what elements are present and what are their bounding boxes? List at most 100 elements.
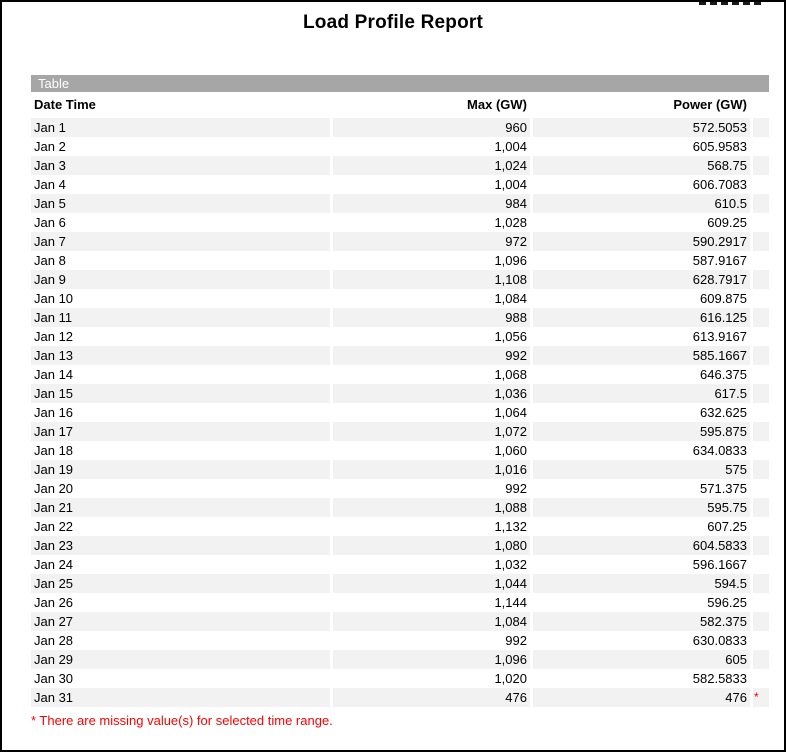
- date-time-cell: Jan 12: [31, 327, 330, 346]
- missing-value-flag: [753, 574, 769, 593]
- max-gw-cell: 1,056: [333, 327, 530, 346]
- max-gw-cell: 960: [333, 118, 530, 137]
- missing-value-flag: [753, 422, 769, 441]
- table-row: Jan 2 1,004 605.9583: [31, 137, 769, 156]
- max-gw-cell: 476: [333, 688, 530, 707]
- missing-value-flag: [753, 289, 769, 308]
- page-title: Load Profile Report: [2, 12, 784, 34]
- max-gw-cell: 1,044: [333, 574, 530, 593]
- table-row: Jan 31 476 476 *: [31, 688, 769, 707]
- table-section-bar: Table: [31, 75, 769, 92]
- power-gw-cell: 607.25: [533, 517, 750, 536]
- table-row: Jan 30 1,020 582.5833: [31, 669, 769, 688]
- power-gw-cell: 604.5833: [533, 536, 750, 555]
- missing-value-flag: [753, 631, 769, 650]
- table-row: Jan 23 1,080 604.5833: [31, 536, 769, 555]
- date-time-cell: Jan 10: [31, 289, 330, 308]
- date-time-cell: Jan 3: [31, 156, 330, 175]
- missing-value-flag: [753, 308, 769, 327]
- table-row: Jan 26 1,144 596.25: [31, 593, 769, 612]
- table-row: Jan 7 972 590.2917: [31, 232, 769, 251]
- table-header-row: Date Time Max (GW) Power (GW): [31, 92, 769, 118]
- power-gw-cell: 595.875: [533, 422, 750, 441]
- table-row: Jan 19 1,016 575: [31, 460, 769, 479]
- missing-value-flag: *: [753, 688, 769, 707]
- date-time-cell: Jan 29: [31, 650, 330, 669]
- date-time-cell: Jan 17: [31, 422, 330, 441]
- missing-value-flag: [753, 441, 769, 460]
- power-gw-cell: 596.25: [533, 593, 750, 612]
- max-gw-cell: 992: [333, 631, 530, 650]
- max-gw-cell: 1,096: [333, 650, 530, 669]
- date-time-cell: Jan 11: [31, 308, 330, 327]
- missing-value-flag: [753, 498, 769, 517]
- table-row: Jan 24 1,032 596.1667: [31, 555, 769, 574]
- table-row: Jan 13 992 585.1667: [31, 346, 769, 365]
- max-gw-cell: 1,036: [333, 384, 530, 403]
- date-time-cell: Jan 25: [31, 574, 330, 593]
- max-gw-cell: 1,032: [333, 555, 530, 574]
- column-header-flag: [753, 92, 769, 118]
- power-gw-cell: 582.375: [533, 612, 750, 631]
- power-gw-cell: 595.75: [533, 498, 750, 517]
- date-time-cell: Jan 1: [31, 118, 330, 137]
- table-row: Jan 5 984 610.5: [31, 194, 769, 213]
- date-time-cell: Jan 20: [31, 479, 330, 498]
- max-gw-cell: 972: [333, 232, 530, 251]
- column-header-max-gw: Max (GW): [333, 92, 530, 118]
- missing-value-flag: [753, 365, 769, 384]
- missing-values-footnote: * There are missing value(s) for selecte…: [31, 713, 769, 728]
- date-time-cell: Jan 31: [31, 688, 330, 707]
- max-gw-cell: 1,096: [333, 251, 530, 270]
- date-time-cell: Jan 7: [31, 232, 330, 251]
- power-gw-cell: 609.25: [533, 213, 750, 232]
- date-time-cell: Jan 27: [31, 612, 330, 631]
- table-row: Jan 15 1,036 617.5: [31, 384, 769, 403]
- power-gw-cell: 610.5: [533, 194, 750, 213]
- date-time-cell: Jan 4: [31, 175, 330, 194]
- table-row: Jan 28 992 630.0833: [31, 631, 769, 650]
- max-gw-cell: 992: [333, 479, 530, 498]
- date-time-cell: Jan 8: [31, 251, 330, 270]
- max-gw-cell: 1,004: [333, 175, 530, 194]
- missing-value-flag: [753, 194, 769, 213]
- date-time-cell: Jan 6: [31, 213, 330, 232]
- table-row: Jan 3 1,024 568.75: [31, 156, 769, 175]
- max-gw-cell: 988: [333, 308, 530, 327]
- table-row: Jan 10 1,084 609.875: [31, 289, 769, 308]
- table-row: Jan 27 1,084 582.375: [31, 612, 769, 631]
- table-row: Jan 4 1,004 606.7083: [31, 175, 769, 194]
- missing-value-flag: [753, 403, 769, 422]
- max-gw-cell: 1,028: [333, 213, 530, 232]
- date-time-cell: Jan 22: [31, 517, 330, 536]
- missing-value-flag: [753, 232, 769, 251]
- max-gw-cell: 1,024: [333, 156, 530, 175]
- power-gw-cell: 476: [533, 688, 750, 707]
- table-row: Jan 6 1,028 609.25: [31, 213, 769, 232]
- max-gw-cell: 1,016: [333, 460, 530, 479]
- max-gw-cell: 992: [333, 346, 530, 365]
- missing-value-flag: [753, 536, 769, 555]
- power-gw-cell: 590.2917: [533, 232, 750, 251]
- table-row: Jan 18 1,060 634.0833: [31, 441, 769, 460]
- missing-value-flag: [753, 669, 769, 688]
- date-time-cell: Jan 24: [31, 555, 330, 574]
- power-gw-cell: 575: [533, 460, 750, 479]
- max-gw-cell: 1,144: [333, 593, 530, 612]
- max-gw-cell: 1,132: [333, 517, 530, 536]
- missing-value-flag: [753, 327, 769, 346]
- date-time-cell: Jan 16: [31, 403, 330, 422]
- max-gw-cell: 1,108: [333, 270, 530, 289]
- max-gw-cell: 1,068: [333, 365, 530, 384]
- table-row: Jan 25 1,044 594.5: [31, 574, 769, 593]
- missing-value-flag: [753, 384, 769, 403]
- power-gw-cell: 605: [533, 650, 750, 669]
- power-gw-cell: 630.0833: [533, 631, 750, 650]
- date-time-cell: Jan 18: [31, 441, 330, 460]
- power-gw-cell: 596.1667: [533, 555, 750, 574]
- date-time-cell: Jan 28: [31, 631, 330, 650]
- table-row: Jan 9 1,108 628.7917: [31, 270, 769, 289]
- missing-value-flag: [753, 479, 769, 498]
- date-time-cell: Jan 23: [31, 536, 330, 555]
- missing-value-flag: [753, 251, 769, 270]
